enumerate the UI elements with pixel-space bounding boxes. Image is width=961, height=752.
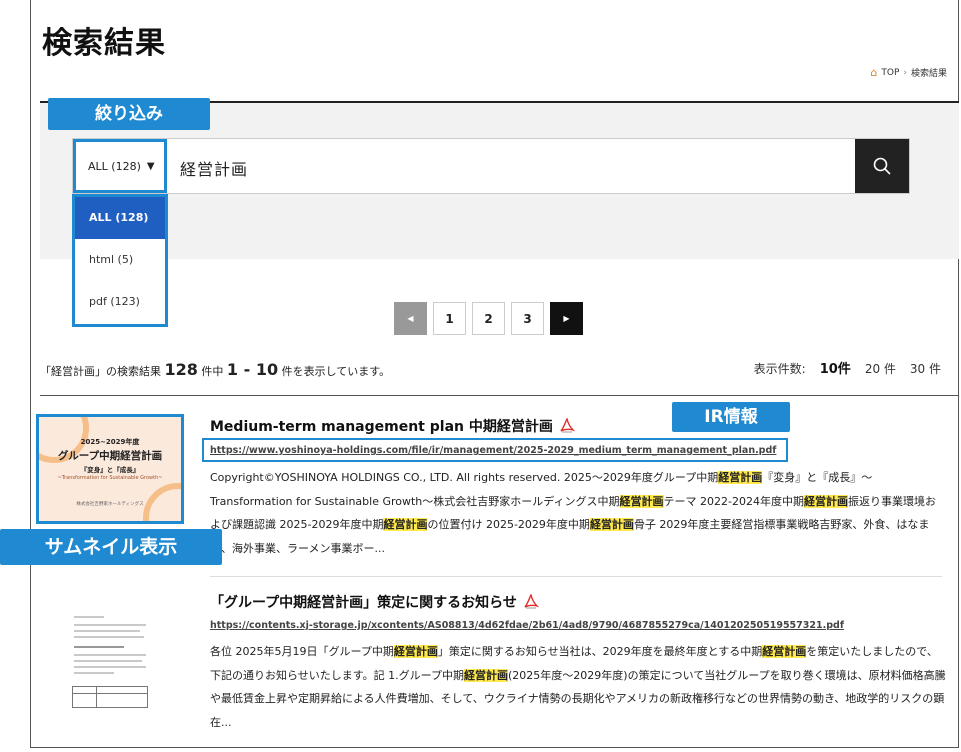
- result-divider: [210, 576, 942, 577]
- thumb-subtitle: 『変身』と『成長』: [80, 466, 140, 474]
- summary-mid: 件中: [201, 365, 224, 378]
- search-input[interactable]: 経営計画: [180, 156, 248, 180]
- result-thumbnail[interactable]: 2025~2029年度 グループ中期経営計画 『変身』と『成長』 ~Transf…: [36, 414, 184, 524]
- page-2[interactable]: 2: [472, 302, 505, 335]
- summary-prefix: 「経営計画」の検索結果: [40, 365, 161, 378]
- callout-thumbnail: サムネイル表示: [0, 529, 222, 565]
- page-title: 検索結果: [42, 26, 166, 61]
- thumb-table: [72, 686, 148, 708]
- result-title-text[interactable]: 「グループ中期経営計画」策定に関するお知らせ: [210, 592, 517, 612]
- keyword-highlight: 経営計画: [803, 494, 848, 508]
- filter-option-html[interactable]: html (5): [75, 239, 165, 281]
- thumb-line: [74, 630, 140, 632]
- pdf-icon: [559, 418, 575, 434]
- filter-option-pdf[interactable]: pdf (123): [75, 281, 165, 323]
- thumb-line: [74, 616, 104, 618]
- breadcrumb-separator: ›: [903, 67, 907, 78]
- thumb-line: [74, 636, 144, 638]
- page-3[interactable]: 3: [511, 302, 544, 335]
- thumb-line: [74, 660, 142, 662]
- snippet-text: の位置付け 2025-2029年度中期: [427, 518, 590, 531]
- filter-dropdown: ALL (128) html (5) pdf (123): [72, 194, 168, 327]
- breadcrumb: ⌂ TOP › 検索結果: [870, 66, 947, 79]
- result-url[interactable]: https://www.yoshinoya-holdings.com/file/…: [210, 445, 776, 456]
- snippet-text: テーマ 2022-2024年度中期: [663, 494, 804, 508]
- result-title[interactable]: Medium-term management plan 中期経営計画: [210, 416, 575, 436]
- summary-total: 128: [164, 360, 198, 379]
- result-url[interactable]: https://contents.xj-storage.jp/xcontents…: [210, 620, 844, 631]
- filter-select[interactable]: ALL (128) ▼: [73, 139, 167, 193]
- thumb-line: [74, 654, 146, 656]
- thumb-company: 株式会社吉野家ホールディングス: [76, 502, 144, 507]
- result-snippet: 各位 2025年5月19日「グループ中期経営計画」策定に関するお知らせ当社は、2…: [210, 640, 946, 734]
- thumb-years: 2025~2029年度: [80, 438, 140, 446]
- result-title[interactable]: 「グループ中期経営計画」策定に関するお知らせ: [210, 592, 539, 612]
- filter-option-all[interactable]: ALL (128): [75, 197, 165, 239]
- pdf-icon: [523, 594, 539, 610]
- search-button[interactable]: [855, 139, 909, 193]
- snippet-text: 」策定に関するお知らせ当社は、2029年度を最終年度とする中期: [437, 645, 763, 658]
- prev-arrow-icon[interactable]: ◀: [394, 302, 427, 335]
- filter-select-value: ALL (128): [88, 159, 141, 173]
- thumb-table-line: [72, 693, 148, 694]
- summary-suffix: 件を表示しています。: [281, 365, 391, 378]
- callout-ir: IR情報: [672, 402, 790, 432]
- caret-down-icon: ▼: [146, 160, 155, 172]
- thumb-line: [74, 672, 114, 674]
- per-page-selector: 表示件数: 10件 20 件 30 件: [754, 358, 941, 377]
- keyword-highlight: 経営計画: [464, 668, 509, 682]
- thumb-table-line: [96, 686, 97, 708]
- keyword-highlight: 経営計画: [619, 494, 664, 508]
- home-icon[interactable]: ⌂: [870, 66, 877, 79]
- page-1[interactable]: 1: [433, 302, 466, 335]
- thumb-line: [74, 666, 146, 668]
- keyword-highlight: 経営計画: [383, 518, 428, 531]
- breadcrumb-top-link[interactable]: TOP: [881, 68, 899, 78]
- result-summary: 「経営計画」の検索結果 128 件中 1 - 10 件を表示しています。: [40, 360, 390, 379]
- results-divider: [40, 395, 959, 396]
- breadcrumb-current: 検索結果: [910, 69, 947, 79]
- thumb-heading: グループ中期経営計画: [57, 450, 163, 462]
- thumb-line: [74, 646, 124, 648]
- keyword-highlight: 経営計画: [718, 471, 763, 484]
- summary-range: 1 - 10: [226, 360, 279, 379]
- keyword-highlight: 経営計画: [762, 645, 807, 658]
- search-icon: [873, 157, 891, 175]
- result-title-text[interactable]: Medium-term management plan 中期経営計画: [210, 416, 553, 436]
- callout-filter: 絞り込み: [48, 98, 210, 130]
- per-page-20[interactable]: 20 件: [865, 360, 896, 377]
- snippet-text: Copyright©YOSHINOYA HOLDINGS CO., LTD. A…: [210, 471, 719, 484]
- keyword-highlight: 経営計画: [393, 645, 438, 658]
- snippet-text: 各位 2025年5月19日「グループ中期: [210, 645, 394, 658]
- per-page-label: 表示件数:: [753, 362, 806, 376]
- keyword-highlight: 経営計画: [589, 518, 634, 531]
- per-page-30[interactable]: 30 件: [910, 360, 941, 377]
- thumb-tagline: ~Transformation for Sustainable Growth~: [57, 475, 163, 481]
- next-arrow-icon[interactable]: ▶: [550, 302, 583, 335]
- result-thumbnail[interactable]: [66, 598, 154, 716]
- per-page-10[interactable]: 10件: [820, 358, 851, 377]
- thumb-line: [74, 624, 146, 626]
- pagination: ◀ 1 2 3 ▶: [394, 302, 583, 335]
- result-snippet: Copyright©YOSHINOYA HOLDINGS CO., LTD. A…: [210, 466, 946, 560]
